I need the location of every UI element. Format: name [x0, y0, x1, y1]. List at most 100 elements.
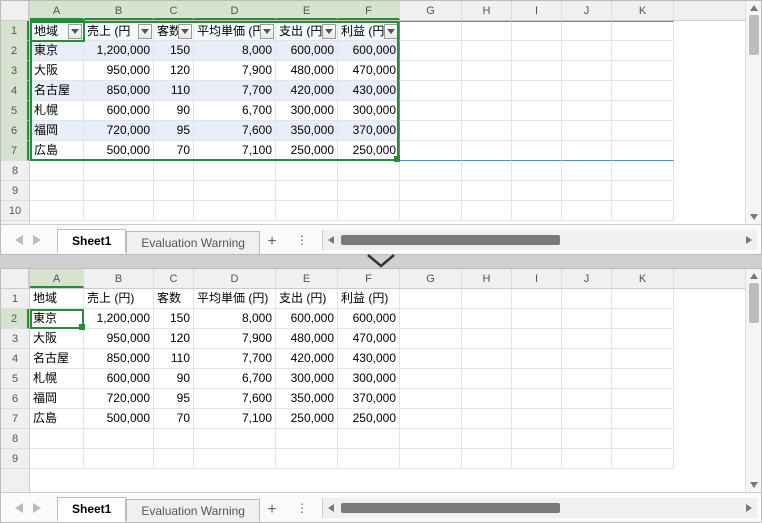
cell[interactable]	[512, 21, 562, 41]
cell[interactable]	[512, 41, 562, 61]
horizontal-scrollbar[interactable]	[322, 230, 757, 250]
cell[interactable]	[462, 201, 512, 221]
cell[interactable]	[194, 429, 276, 449]
cell[interactable]	[30, 201, 84, 221]
horizontal-scrollbar[interactable]	[322, 498, 757, 518]
scroll-thumb[interactable]	[341, 235, 560, 245]
cell[interactable]: 370,000	[338, 389, 400, 409]
row-header[interactable]: 3	[1, 61, 29, 81]
cell[interactable]	[400, 201, 462, 221]
col-header[interactable]: F	[338, 269, 400, 288]
cell[interactable]	[612, 121, 674, 141]
cell[interactable]	[612, 409, 674, 429]
cell[interactable]	[512, 161, 562, 181]
cell[interactable]: 平均単価 (円	[194, 21, 276, 41]
cell[interactable]: 600,000	[338, 309, 400, 329]
col-header[interactable]: D	[194, 269, 276, 288]
col-header[interactable]: A	[30, 1, 84, 20]
cell[interactable]: 470,000	[338, 61, 400, 81]
cell[interactable]	[612, 141, 674, 161]
cell[interactable]	[562, 61, 612, 81]
cell[interactable]	[338, 201, 400, 221]
row-header[interactable]: 2	[1, 41, 29, 61]
cell[interactable]	[338, 161, 400, 181]
cell[interactable]	[462, 349, 512, 369]
cell[interactable]: 7,100	[194, 141, 276, 161]
cell[interactable]: 平均単価 (円)	[194, 289, 276, 309]
col-header[interactable]: E	[276, 269, 338, 288]
cell[interactable]	[612, 369, 674, 389]
cell[interactable]: 7,900	[194, 329, 276, 349]
cell[interactable]: 客数	[154, 21, 194, 41]
cell[interactable]: 250,000	[338, 409, 400, 429]
cell[interactable]: 420,000	[276, 349, 338, 369]
cell[interactable]: 90	[154, 101, 194, 121]
cell[interactable]: 広島	[30, 409, 84, 429]
tab-menu-icon[interactable]: ⋮	[290, 501, 316, 515]
cells-area[interactable]: 地域 売上 (円) 客数 平均単価 (円) 支出 (円) 利益 (円) 東京 1…	[30, 289, 761, 469]
cell[interactable]	[462, 429, 512, 449]
cell[interactable]	[562, 101, 612, 121]
cell[interactable]: 430,000	[338, 81, 400, 101]
row-header[interactable]: 3	[1, 329, 29, 349]
add-sheet-button[interactable]: +	[260, 499, 284, 521]
cell[interactable]	[338, 429, 400, 449]
cell[interactable]: 950,000	[84, 329, 154, 349]
cell[interactable]	[400, 41, 462, 61]
row-header[interactable]: 8	[1, 161, 29, 181]
cell[interactable]: 6,700	[194, 369, 276, 389]
cell[interactable]	[512, 329, 562, 349]
cell[interactable]	[562, 309, 612, 329]
cell[interactable]: 120	[154, 61, 194, 81]
cell[interactable]	[562, 201, 612, 221]
cell[interactable]: 70	[154, 409, 194, 429]
cell[interactable]	[512, 349, 562, 369]
cell[interactable]: 500,000	[84, 141, 154, 161]
cell[interactable]	[512, 141, 562, 161]
cell[interactable]	[612, 81, 674, 101]
cell[interactable]	[400, 161, 462, 181]
cell[interactable]	[562, 349, 612, 369]
cell[interactable]	[400, 101, 462, 121]
cell[interactable]	[512, 81, 562, 101]
cell[interactable]: 110	[154, 81, 194, 101]
cell[interactable]	[612, 389, 674, 409]
cell[interactable]	[562, 121, 612, 141]
cell[interactable]: 7,600	[194, 389, 276, 409]
cell[interactable]	[612, 309, 674, 329]
cell[interactable]: 8,000	[194, 309, 276, 329]
cell[interactable]: 95	[154, 389, 194, 409]
cell[interactable]: 6,700	[194, 101, 276, 121]
cell[interactable]	[84, 181, 154, 201]
col-header[interactable]: F	[338, 1, 400, 20]
cell[interactable]: 客数	[154, 289, 194, 309]
cell[interactable]: 95	[154, 121, 194, 141]
cell[interactable]: 350,000	[276, 121, 338, 141]
cell[interactable]: 300,000	[338, 369, 400, 389]
cell[interactable]	[400, 21, 462, 41]
cell[interactable]: 300,000	[276, 101, 338, 121]
cell[interactable]: 120	[154, 329, 194, 349]
cell[interactable]: 250,000	[276, 141, 338, 161]
cell[interactable]	[400, 389, 462, 409]
scroll-right-icon[interactable]	[741, 500, 757, 516]
cell[interactable]	[612, 161, 674, 181]
cell[interactable]	[400, 121, 462, 141]
cell[interactable]	[612, 61, 674, 81]
cell[interactable]: 東京	[30, 41, 84, 61]
row-header[interactable]: 6	[1, 121, 29, 141]
cell[interactable]	[84, 161, 154, 181]
cell[interactable]: 420,000	[276, 81, 338, 101]
cell[interactable]: 大阪	[30, 61, 84, 81]
cell[interactable]: 1,200,000	[84, 309, 154, 329]
sheet-tab-sheet1[interactable]: Sheet1	[57, 497, 126, 522]
scroll-up-icon[interactable]	[747, 1, 761, 15]
row-header[interactable]: 7	[1, 141, 29, 161]
cell[interactable]	[84, 429, 154, 449]
cell[interactable]	[512, 101, 562, 121]
cell[interactable]	[512, 389, 562, 409]
row-header[interactable]: 5	[1, 369, 29, 389]
cell[interactable]	[400, 61, 462, 81]
cell[interactable]	[612, 329, 674, 349]
col-header[interactable]: A	[30, 269, 84, 288]
